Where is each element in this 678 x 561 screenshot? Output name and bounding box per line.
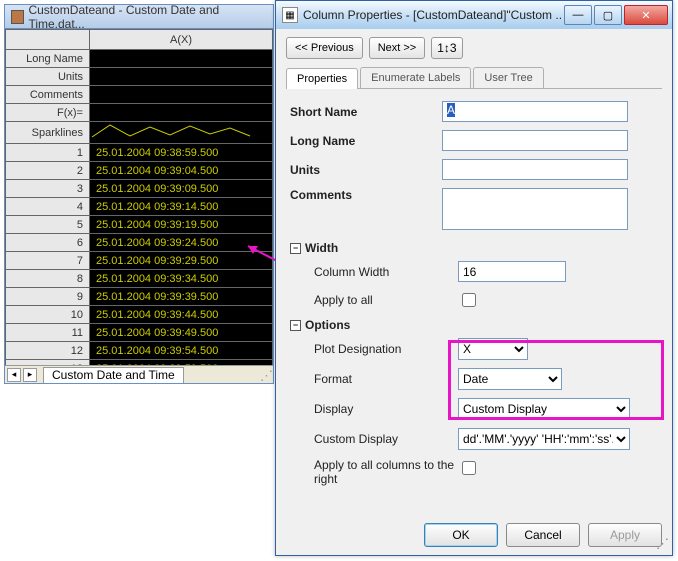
row-label[interactable]: Sparklines xyxy=(6,122,90,144)
data-cell[interactable]: 25.01.2004 09:39:34.500 xyxy=(90,270,273,288)
format-select[interactable]: Date xyxy=(458,368,562,390)
comments-input[interactable] xyxy=(442,188,628,230)
long-name-label: Long Name xyxy=(290,134,442,148)
grid-corner[interactable] xyxy=(6,30,90,50)
column-header-a[interactable]: A(X) xyxy=(90,30,273,50)
units-label: Units xyxy=(290,163,442,177)
worksheet-title-text: CustomDateand - Custom Date and Time.dat… xyxy=(28,3,267,31)
data-cell[interactable]: 25.01.2004 09:39:14.500 xyxy=(90,198,273,216)
dialog-title-text: Column Properties - [CustomDateand]"Cust… xyxy=(303,8,562,22)
data-cell[interactable]: 25.01.2004 09:39:39.500 xyxy=(90,288,273,306)
resize-grip-icon[interactable]: ⋰ xyxy=(260,368,273,384)
minimize-button[interactable]: — xyxy=(564,5,592,25)
row-number[interactable]: 3 xyxy=(6,180,90,198)
apply-right-checkbox[interactable] xyxy=(462,461,476,475)
data-cell[interactable]: 25.01.2004 09:39:04.500 xyxy=(90,162,273,180)
data-cell[interactable]: 25.01.2004 09:38:59.500 xyxy=(90,144,273,162)
row-number[interactable]: 6 xyxy=(6,234,90,252)
data-cell[interactable]: 25.01.2004 09:39:49.500 xyxy=(90,324,273,342)
dialog-titlebar[interactable]: ▦ Column Properties - [CustomDateand]"Cu… xyxy=(276,1,672,29)
row-label[interactable]: Units xyxy=(6,68,90,86)
data-cell[interactable]: 25.01.2004 09:39:19.500 xyxy=(90,216,273,234)
dialog-icon: ▦ xyxy=(282,7,298,23)
cell-fx[interactable] xyxy=(90,104,273,122)
cell-comments[interactable] xyxy=(90,86,273,104)
worksheet-grid[interactable]: A(X) Long Name Units Comments F(x)= Spar… xyxy=(5,29,273,365)
width-section-header[interactable]: − Width xyxy=(290,241,658,255)
row-number[interactable]: 5 xyxy=(6,216,90,234)
row-number[interactable]: 7 xyxy=(6,252,90,270)
row-number[interactable]: 13 xyxy=(6,360,90,366)
dialog-tabstrip: Properties Enumerate Labels User Tree xyxy=(286,67,662,89)
plot-designation-label: Plot Designation xyxy=(290,342,458,356)
tab-user-tree[interactable]: User Tree xyxy=(473,67,543,88)
column-width-label: Column Width xyxy=(290,265,458,279)
apply-to-all-label: Apply to all xyxy=(290,293,458,307)
cancel-button[interactable]: Cancel xyxy=(506,523,580,547)
previous-button[interactable]: << Previous xyxy=(286,37,363,59)
format-label: Format xyxy=(290,372,458,386)
row-number[interactable]: 8 xyxy=(6,270,90,288)
tab-nav-prev-icon[interactable]: ◂ xyxy=(7,368,21,382)
tab-properties[interactable]: Properties xyxy=(286,68,358,89)
data-cell[interactable]: 25.01.2004 09:39:24.500 xyxy=(90,234,273,252)
column-properties-dialog: ▦ Column Properties - [CustomDateand]"Cu… xyxy=(275,0,673,556)
custom-display-label: Custom Display xyxy=(290,432,458,446)
data-cell[interactable]: 25.01.2004 09:39:09.500 xyxy=(90,180,273,198)
worksheet-tab[interactable]: Custom Date and Time xyxy=(43,367,184,383)
maximize-button[interactable]: ▢ xyxy=(594,5,622,25)
data-cell[interactable]: 25.01.2004 09:39:54.500 xyxy=(90,342,273,360)
row-number[interactable]: 2 xyxy=(6,162,90,180)
plot-designation-select[interactable]: X xyxy=(458,338,528,360)
units-input[interactable] xyxy=(442,159,628,180)
tab-nav-next-icon[interactable]: ▸ xyxy=(23,368,37,382)
row-number[interactable]: 1 xyxy=(6,144,90,162)
long-name-input[interactable] xyxy=(442,130,628,151)
column-width-input[interactable] xyxy=(458,261,566,282)
swap-columns-button[interactable]: 1↕3 xyxy=(431,37,462,59)
display-select[interactable]: Custom Display xyxy=(458,398,630,420)
apply-right-label: Apply to all columns to the right xyxy=(290,458,458,486)
dialog-resize-grip-icon[interactable]: ⋰ xyxy=(656,536,669,552)
row-number[interactable]: 10 xyxy=(6,306,90,324)
tab-enumerate-labels[interactable]: Enumerate Labels xyxy=(360,67,471,88)
row-number[interactable]: 11 xyxy=(6,324,90,342)
apply-to-all-checkbox[interactable] xyxy=(462,293,476,307)
data-cell[interactable]: 25.01.2004 09:39:59.500 xyxy=(90,360,273,366)
row-label[interactable]: F(x)= xyxy=(6,104,90,122)
options-section-header[interactable]: − Options xyxy=(290,318,658,332)
collapse-icon[interactable]: − xyxy=(290,243,301,254)
row-label[interactable]: Comments xyxy=(6,86,90,104)
comments-label: Comments xyxy=(290,188,442,202)
swap-icon: 1↕3 xyxy=(437,41,456,55)
worksheet-tabstrip: ◂ ▸ Custom Date and Time ⋰ xyxy=(5,365,273,383)
custom-display-select[interactable]: dd'.'MM'.'yyyy' 'HH':'mm':'ss'.'### xyxy=(458,428,630,450)
cell-units[interactable] xyxy=(90,68,273,86)
worksheet-icon xyxy=(11,10,24,24)
close-button[interactable]: ✕ xyxy=(624,5,668,25)
worksheet-titlebar[interactable]: CustomDateand - Custom Date and Time.dat… xyxy=(5,5,273,29)
row-label[interactable]: Long Name xyxy=(6,50,90,68)
worksheet-window: CustomDateand - Custom Date and Time.dat… xyxy=(4,4,274,384)
sparkline-cell[interactable] xyxy=(90,122,273,144)
row-number[interactable]: 12 xyxy=(6,342,90,360)
next-button[interactable]: Next >> xyxy=(369,37,426,59)
display-label: Display xyxy=(290,402,458,416)
short-name-label: Short Name xyxy=(290,105,442,119)
apply-button[interactable]: Apply xyxy=(588,523,662,547)
ok-button[interactable]: OK xyxy=(424,523,498,547)
data-cell[interactable]: 25.01.2004 09:39:44.500 xyxy=(90,306,273,324)
row-number[interactable]: 9 xyxy=(6,288,90,306)
data-cell[interactable]: 25.01.2004 09:39:29.500 xyxy=(90,252,273,270)
short-name-input[interactable]: A xyxy=(442,101,628,122)
row-number[interactable]: 4 xyxy=(6,198,90,216)
cell-longname[interactable] xyxy=(90,50,273,68)
collapse-icon[interactable]: − xyxy=(290,320,301,331)
